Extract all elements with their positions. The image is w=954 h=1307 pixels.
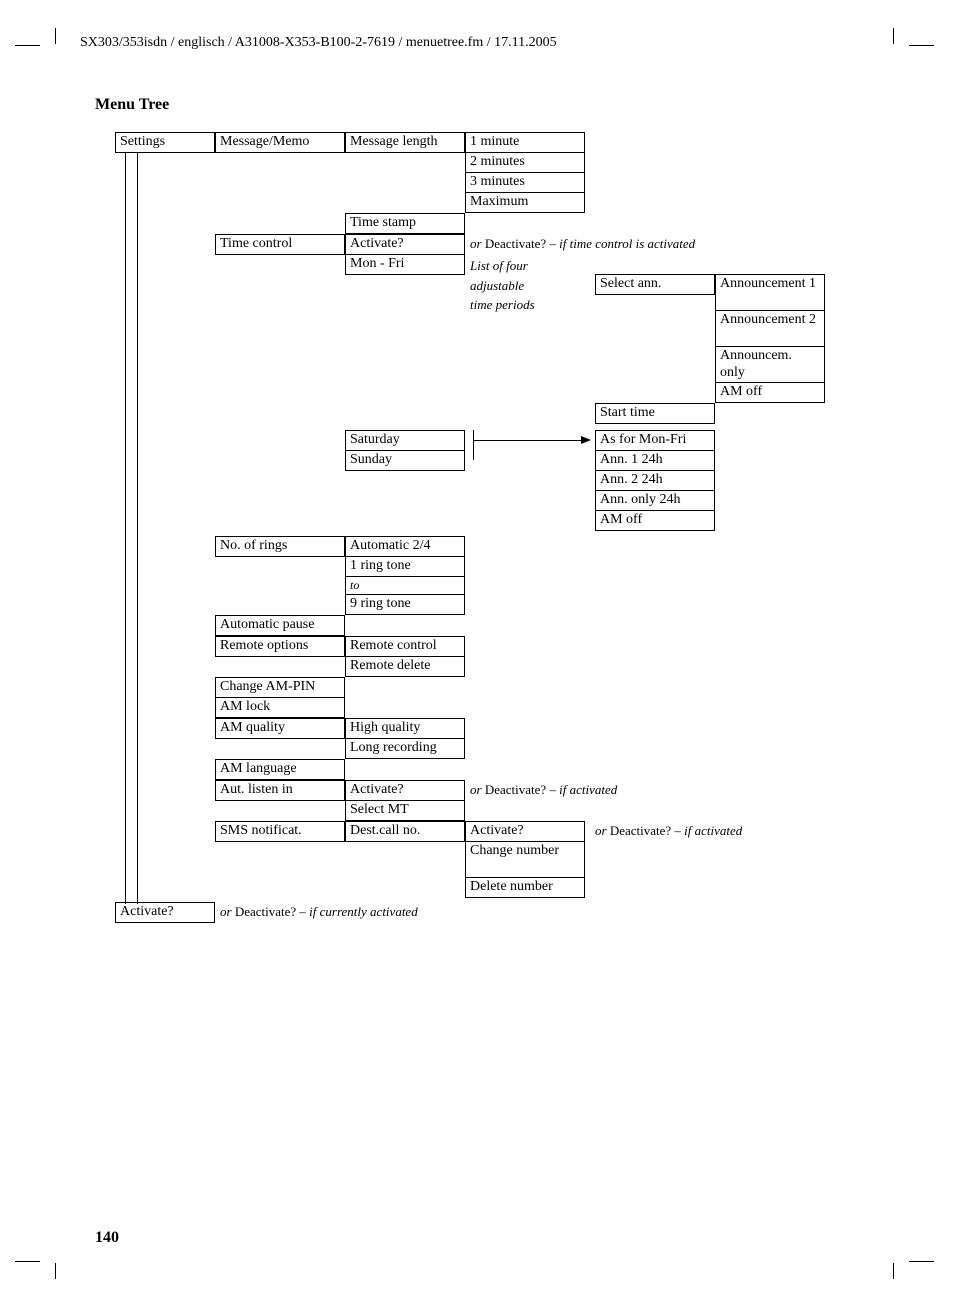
section-title: Menu Tree [95, 96, 899, 114]
cell-am-lock: AM lock [215, 697, 345, 718]
cell-sunday: Sunday [345, 450, 465, 471]
crop-mark [55, 28, 56, 44]
cell-1-minute: 1 minute [465, 132, 585, 153]
crop-mark [893, 1263, 894, 1279]
cell-remote-options: Remote options [215, 636, 345, 657]
cell-automatic-24: Automatic 2/4 [345, 536, 465, 557]
arrowhead-icon [581, 436, 591, 444]
crop-mark [909, 1261, 934, 1262]
arrow-vert [473, 430, 474, 460]
cell-maximum: Maximum [465, 192, 585, 213]
tree-line [125, 152, 126, 904]
header-path: SX303/353isdn / englisch / A31008-X353-B… [80, 35, 899, 51]
note-list-periods: List of four adjustable time periods [470, 256, 580, 315]
cell-high-quality: High quality [345, 718, 465, 739]
cell-automatic-pause: Automatic pause [215, 615, 345, 636]
cell-am-off-6: AM off [715, 382, 825, 403]
cell-am-quality: AM quality [215, 718, 345, 739]
cell-remote-control: Remote control [345, 636, 465, 657]
cell-aut-listen-in: Aut. listen in [215, 780, 345, 801]
cell-sms-notificat: SMS notificat. [215, 821, 345, 842]
crop-mark [893, 28, 894, 44]
cell-select-mt: Select MT [345, 800, 465, 821]
cell-saturday: Saturday [345, 430, 465, 451]
cell-am-language: AM language [215, 759, 345, 780]
note-ali: or Deactivate? – if activated [470, 782, 617, 798]
cell-message-length: Message length [345, 132, 465, 153]
crop-mark [909, 45, 934, 46]
cell-announcem-only: Announcem. only [715, 346, 825, 383]
cell-as-for-mon-fri: As for Mon-Fri [595, 430, 715, 451]
cell-long-recording: Long recording [345, 738, 465, 759]
crop-mark [15, 1261, 40, 1262]
cell-announcement-2: Announcement 2 [715, 310, 825, 347]
cell-select-ann: Select ann. [595, 274, 715, 295]
cell-9-ring: 9 ring tone [345, 594, 465, 615]
cell-change-am-pin: Change AM-PIN [215, 677, 345, 698]
page-number: 140 [95, 1229, 119, 1247]
arrow-line [473, 440, 583, 441]
cell-am-off-5: AM off [595, 510, 715, 531]
note-bottom: or Deactivate? – if currently activated [220, 904, 418, 920]
note-tc: or Deactivate? – if time control is acti… [470, 236, 695, 252]
cell-time-control: Time control [215, 234, 345, 255]
cell-remote-delete: Remote delete [345, 656, 465, 677]
cell-dest-call-no: Dest.call no. [345, 821, 465, 842]
cell-start-time: Start time [595, 403, 715, 424]
cell-change-number: Change number [465, 841, 585, 878]
cell-activate-tc: Activate? [345, 234, 465, 255]
cell-mon-fri: Mon - Fri [345, 254, 465, 275]
cell-time-stamp: Time stamp [345, 213, 465, 234]
cell-ann-only-24h: Ann. only 24h [595, 490, 715, 511]
cell-3-minutes: 3 minutes [465, 172, 585, 193]
crop-mark [55, 1263, 56, 1279]
cell-message-memo: Message/Memo [215, 132, 345, 153]
page: SX303/353isdn / englisch / A31008-X353-B… [0, 0, 954, 1307]
cell-activate-bottom: Activate? [115, 902, 215, 923]
cell-ann2-24h: Ann. 2 24h [595, 470, 715, 491]
cell-2-minutes: 2 minutes [465, 152, 585, 173]
note-sms: or Deactivate? – if activated [595, 823, 742, 839]
cell-activate-sms: Activate? [465, 821, 585, 842]
tree-line [137, 152, 138, 904]
cell-delete-number: Delete number [465, 877, 585, 898]
cell-settings: Settings [115, 132, 215, 153]
cell-activate-ali: Activate? [345, 780, 465, 801]
cell-ann1-24h: Ann. 1 24h [595, 450, 715, 471]
cell-no-of-rings: No. of rings [215, 536, 345, 557]
cell-announcement-1: Announcement 1 [715, 274, 825, 311]
cell-to: to [345, 576, 465, 595]
crop-mark [15, 45, 40, 46]
cell-1-ring: 1 ring tone [345, 556, 465, 577]
